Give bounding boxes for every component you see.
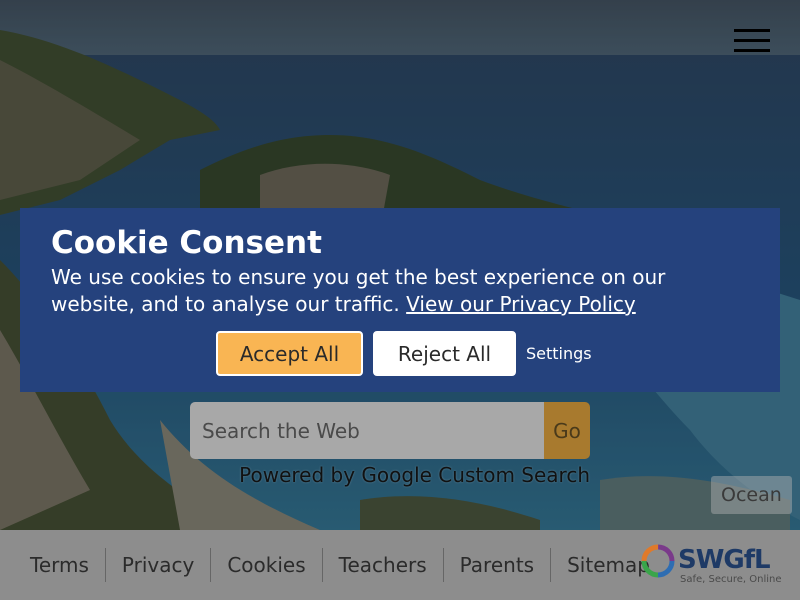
cookie-title: Cookie Consent bbox=[51, 225, 322, 261]
cookie-message: We use cookies to ensure you get the bes… bbox=[51, 264, 749, 318]
swgfl-logo-name: SWGfL bbox=[678, 545, 771, 575]
footer-link-parents[interactable]: Parents bbox=[442, 548, 550, 582]
cookie-actions: Accept All Reject All Settings bbox=[216, 331, 592, 376]
cookie-settings-button[interactable]: Settings bbox=[526, 344, 592, 363]
footer-link-terms[interactable]: Terms bbox=[14, 548, 105, 582]
search-go-button[interactable]: Go bbox=[544, 402, 590, 459]
cookie-consent-banner: Cookie Consent We use cookies to ensure … bbox=[20, 208, 780, 392]
powered-by-text: Powered by Google Custom Search bbox=[239, 463, 590, 487]
background-label-button[interactable]: Ocean bbox=[711, 476, 792, 514]
search-input[interactable] bbox=[190, 402, 544, 459]
swgfl-logo-tagline: Safe, Secure, Online bbox=[680, 574, 782, 585]
reject-all-button[interactable]: Reject All bbox=[373, 331, 516, 376]
accept-all-button[interactable]: Accept All bbox=[216, 331, 363, 376]
privacy-policy-link[interactable]: View our Privacy Policy bbox=[406, 292, 636, 316]
footer-link-teachers[interactable]: Teachers bbox=[321, 548, 443, 582]
footer-links: Terms Privacy Cookies Teachers Parents S… bbox=[14, 548, 666, 582]
footer-link-privacy[interactable]: Privacy bbox=[104, 548, 210, 582]
search-form: Go bbox=[190, 402, 590, 459]
swgfl-ring-icon bbox=[641, 544, 675, 578]
footer-link-cookies[interactable]: Cookies bbox=[210, 548, 321, 582]
hamburger-menu-icon[interactable] bbox=[730, 26, 772, 56]
swgfl-logo[interactable]: SWGfL Safe, Secure, Online bbox=[640, 543, 782, 589]
